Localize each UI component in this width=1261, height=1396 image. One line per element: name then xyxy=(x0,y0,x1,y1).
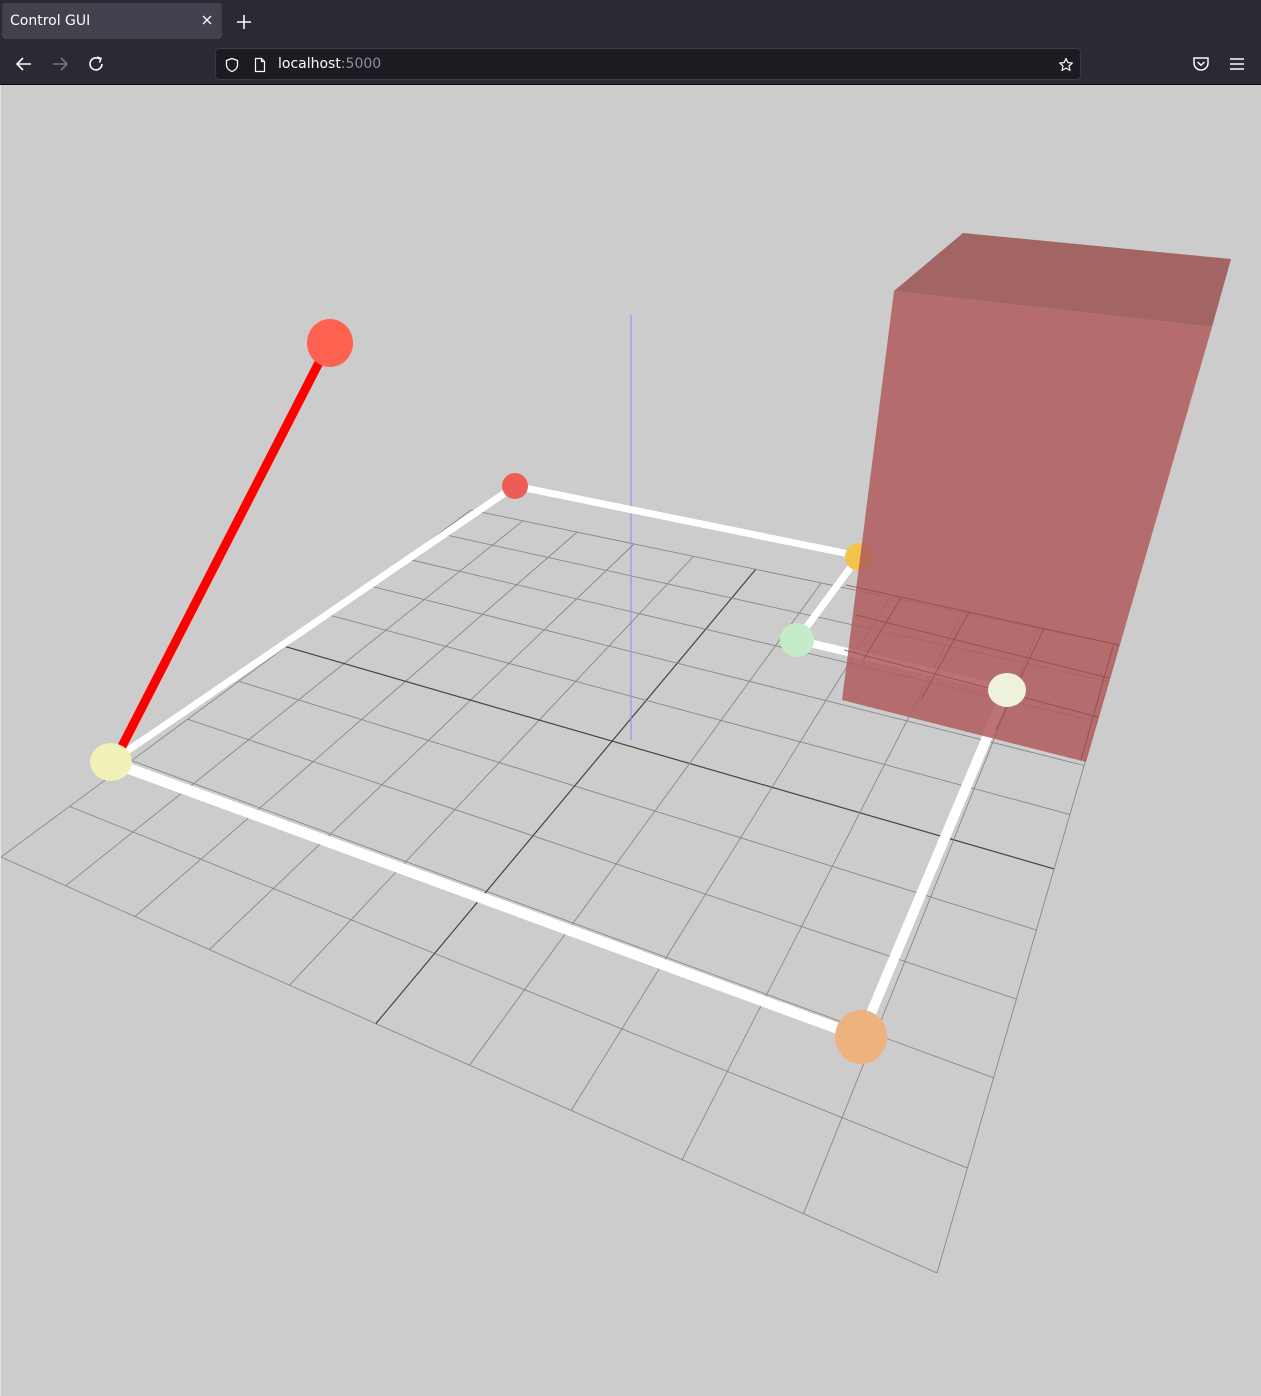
tab-bar: Control GUI xyxy=(0,0,1261,44)
grid-line xyxy=(69,805,968,1169)
back-arrow-icon[interactable] xyxy=(12,52,36,76)
front-corner-joint[interactable] xyxy=(835,1010,887,1064)
url-text[interactable]: localhost:5000 xyxy=(278,56,381,72)
path-segment xyxy=(105,756,867,1043)
obstacle-front-face xyxy=(842,291,1212,762)
3d-viewport[interactable] xyxy=(0,85,1261,1396)
page-icon xyxy=(254,57,266,73)
grid-line xyxy=(209,543,635,950)
url-host: localhost xyxy=(278,56,341,72)
path-segment xyxy=(107,482,519,766)
end-effector-joint[interactable] xyxy=(307,319,353,367)
tab-title: Control GUI xyxy=(10,13,91,29)
inner-joint[interactable] xyxy=(780,623,814,657)
url-bar[interactable]: localhost:5000 xyxy=(215,48,1081,80)
close-icon[interactable] xyxy=(200,13,214,27)
plus-icon[interactable] xyxy=(234,12,254,32)
reload-icon[interactable] xyxy=(84,52,108,76)
obstacle-side-joint[interactable] xyxy=(988,673,1026,707)
obstacle-box[interactable] xyxy=(842,233,1231,762)
forward-arrow-icon[interactable] xyxy=(48,52,72,76)
path-segment xyxy=(511,482,863,560)
tab-control-gui[interactable]: Control GUI xyxy=(2,3,222,39)
far-corner-joint[interactable] xyxy=(502,473,528,499)
star-icon[interactable] xyxy=(1058,57,1074,73)
pocket-icon[interactable] xyxy=(1189,52,1213,76)
shield-icon[interactable] xyxy=(224,57,240,73)
base-joint[interactable] xyxy=(90,743,132,781)
path-segment xyxy=(856,685,1012,1042)
grid-line xyxy=(375,568,757,1024)
robot-arm-link xyxy=(111,338,334,763)
scene-canvas[interactable] xyxy=(1,85,1261,1396)
navigation-bar: localhost:5000 xyxy=(0,44,1261,85)
grid-line xyxy=(1,856,938,1274)
url-port: :5000 xyxy=(340,56,382,72)
menu-icon[interactable] xyxy=(1225,52,1249,76)
